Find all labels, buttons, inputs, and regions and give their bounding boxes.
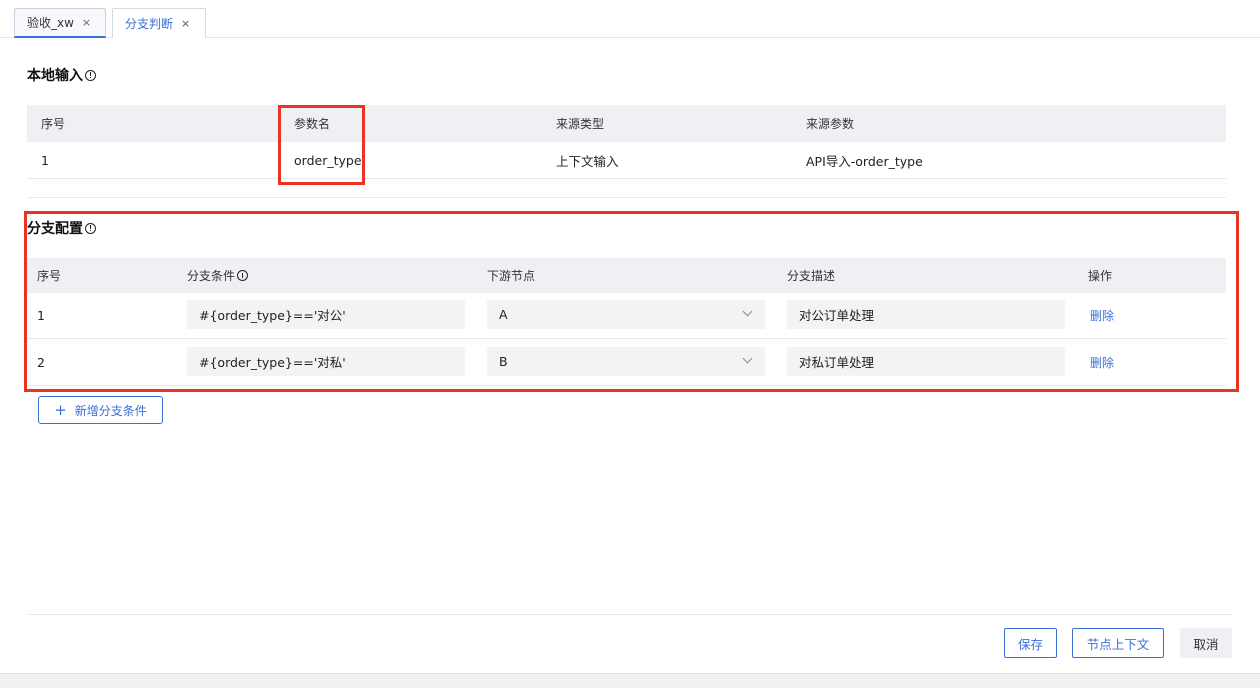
tab-label: 分支判断 — [125, 17, 174, 31]
row-source-param: API导入-order_type — [806, 154, 923, 169]
bottom-bar — [0, 673, 1260, 688]
highlight-box-branch-config — [24, 211, 1239, 392]
row-index: 1 — [41, 153, 49, 168]
table-row: 1 order_type 上下文输入 API导入-order_type — [27, 142, 1226, 179]
section-title-local-input: 本地输入 — [27, 65, 96, 85]
info-icon[interactable] — [85, 69, 96, 81]
add-branch-button[interactable]: + 新增分支条件 — [38, 396, 163, 424]
tab-yanshou[interactable]: 验收_xw × — [14, 8, 106, 38]
page: 验收_xw × 分支判断 × 本地输入 序号 参数名 来源类型 来源参数 1 o… — [0, 0, 1260, 688]
cancel-button[interactable]: 取消 — [1180, 628, 1232, 658]
close-icon[interactable]: × — [181, 17, 190, 30]
tab-label: 验收_xw — [27, 16, 74, 30]
section-divider — [27, 197, 1226, 198]
col-header-source-param: 来源参数 — [806, 117, 855, 131]
tab-bar: 验收_xw × 分支判断 × — [0, 0, 1260, 38]
add-branch-label: 新增分支条件 — [74, 403, 147, 418]
row-source-type: 上下文输入 — [556, 154, 619, 169]
section-title-text: 本地输入 — [27, 68, 83, 84]
col-header-index: 序号 — [41, 117, 66, 131]
highlight-box-param — [278, 105, 365, 185]
tab-branch-judge[interactable]: 分支判断 × — [112, 8, 206, 38]
local-input-table-header: 序号 参数名 来源类型 来源参数 — [27, 105, 1226, 142]
footer-divider — [28, 614, 1232, 615]
col-header-source-type: 来源类型 — [556, 117, 605, 131]
node-context-button[interactable]: 节点上下文 — [1072, 628, 1164, 658]
save-button[interactable]: 保存 — [1004, 628, 1057, 658]
plus-icon: + — [54, 400, 67, 419]
close-icon[interactable]: × — [82, 16, 91, 29]
